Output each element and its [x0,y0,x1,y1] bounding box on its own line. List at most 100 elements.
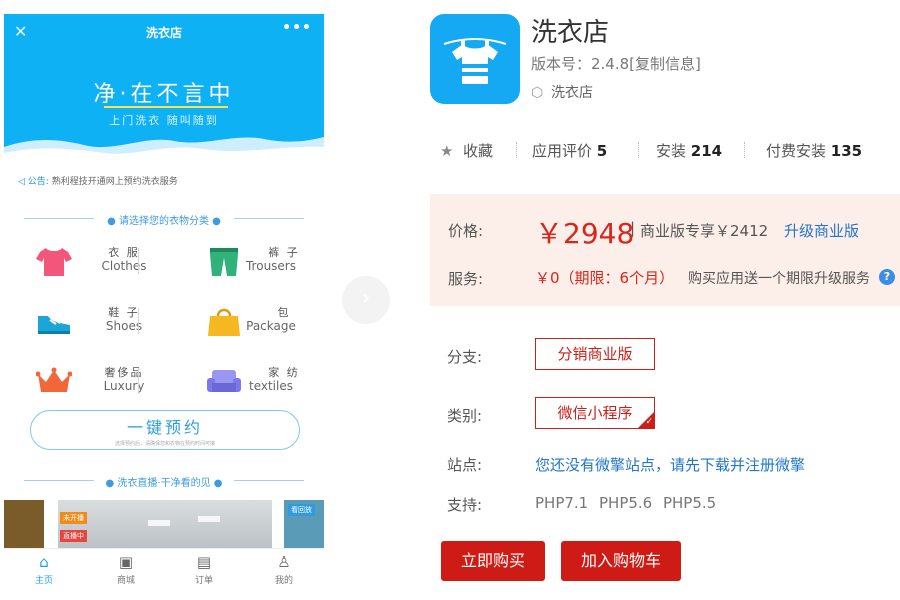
live-status-badge: 未开播 [60,512,87,524]
category-shoes[interactable]: 鞋 子 Shoes [36,302,166,342]
live-title: ● 洗衣直播·干净看的见 ● [24,474,304,489]
chevron-right-icon: › [361,286,371,311]
register-site-link[interactable]: 您还没有微擎站点，请先下载并注册微擎 [535,454,805,475]
app-icon [430,14,520,104]
app-tag[interactable]: ⬡ 洗衣店 [531,82,593,102]
book-now-sublabel: 选择预约后，请确保您和衣物在预约时间可接 [114,441,215,447]
wave-decoration [4,137,324,159]
category-label-en: Luxury [103,379,145,393]
home-icon: ⌂ [39,553,49,571]
support-label: 支持: [447,496,483,514]
buy-now-button[interactable]: 立即购买 [441,541,545,581]
site-label: 站点: [447,456,483,474]
app-name: 洗衣店 [531,18,610,48]
user-icon: ♙ [277,553,291,571]
category-package[interactable]: 包 Package [206,302,324,342]
category-label-cn: 衣 服 [108,246,140,259]
tab-orders[interactable]: ▤ 订单 [174,553,234,586]
divider [638,142,639,158]
tab-home[interactable]: ⌂ 主页 [14,553,74,586]
tshirt-icon [36,248,72,276]
next-slide-button[interactable]: › [342,276,390,324]
category-textiles[interactable]: 家 纺 textiles [206,362,324,402]
tab-shop[interactable]: ▣ 商城 [96,553,156,586]
question-icon[interactable]: ? [879,269,895,285]
book-now-button[interactable]: 一键预约 选择预约后，请确保您和衣物在预约时间可接 [30,410,300,450]
page: ✕ 洗衣店 ••• 净·在不言中 上门洗衣 随叫随到 ◁ 公告: 熟利程技开通网… [0,0,900,600]
price-amount: ￥2948 [535,217,635,250]
tab-bar: ⌂ 主页 ▣ 商城 ▤ 订单 ♙ 我的 [4,548,324,596]
category-label-en: Package [246,319,296,333]
price-separator: | [630,219,636,237]
upgrade-link[interactable]: 升级商业版 [784,220,859,241]
add-to-cart-button[interactable]: 加入购物车 [561,541,681,581]
tab-label: 主页 [34,576,53,586]
shop-icon: ▣ [118,553,134,571]
divider [138,308,139,334]
service-label: 服务: [448,270,484,288]
category-label-cn: 家 纺 [268,366,300,379]
notice-label: 公告: [27,177,49,187]
phone-preview: ✕ 洗衣店 ••• 净·在不言中 上门洗衣 随叫随到 ◁ 公告: 熟利程技开通网… [4,14,324,596]
paid-install-stat: 付费安装 135 [766,140,862,161]
price-label: 价格: [448,222,484,240]
phone-header-title: 洗衣店 [145,26,182,40]
slogan-underline [104,106,228,108]
app-tag-label: 洗衣店 [551,85,593,101]
favorite-button[interactable]: ★ 收藏 [440,140,493,161]
type-option-selected[interactable]: 微信小程序 ✓ [535,397,655,429]
tag-icon: ⬡ [531,85,544,101]
star-icon: ★ [440,142,454,160]
more-icon[interactable]: ••• [282,20,312,36]
category-label-en: Clothes [101,259,147,273]
type-option-label: 微信小程序 [557,404,633,422]
category-luxury[interactable]: 奢侈品 Luxury [36,362,166,402]
category-label-en: Trousers [245,259,296,273]
tab-label: 订单 [194,576,213,586]
app-version[interactable]: 版本号：2.4.8[复制信息] [531,53,701,74]
category-title: ● 请选择您的衣物分类 ● [24,212,304,227]
install-label: 安装 [656,142,687,160]
checkmark-icon: ✓ [645,417,653,427]
notice-bar[interactable]: ◁ 公告: 熟利程技开通网上预约洗衣服务 [18,174,178,187]
book-now-label: 一键预约 [126,418,203,437]
order-icon: ▤ [196,553,212,571]
divider [516,142,517,158]
crown-icon [36,367,72,392]
category-label-cn: 包 [277,306,291,319]
category-label-en: Shoes [105,319,143,333]
rating-label: 应用评价 [532,142,593,160]
divider [138,248,139,274]
banner-slogan: 净·在不言中 [93,82,235,107]
category-label-cn: 奢侈品 [104,366,144,379]
rating-stat: 应用评价 5 [532,140,607,161]
install-stat: 安装 214 [656,140,722,161]
favorite-label: 收藏 [463,142,494,160]
banner-subtitle: 上门洗衣 随叫随到 [109,114,219,127]
ceiling-lamp [148,520,170,526]
price-panel: 价格: ￥2948 | 商业版专享￥2412 升级商业版 服务: ￥0（期限：6… [430,194,900,306]
laundry-shirt-icon [443,38,507,84]
tab-label: 商城 [116,576,135,586]
category-label-en: textiles [249,379,293,393]
ceiling-lamp [198,516,220,522]
category-title-text: 请选择您的衣物分类 [119,216,209,227]
category-label-cn: 裤 子 [268,246,300,259]
divider [744,142,745,158]
tab-me[interactable]: ♙ 我的 [254,553,314,586]
branch-option[interactable]: 分销商业版 [535,338,655,370]
notice-text: 熟利程技开通网上预约洗衣服务 [51,177,178,187]
paid-install-value: 135 [830,142,863,160]
service-value: ￥0（期限：6个月） [535,269,675,287]
category-clothes[interactable]: 衣 服 Clothes [36,242,166,282]
live-status-badge: 直播中 [60,530,87,542]
install-value: 214 [690,142,723,160]
phone-banner: ✕ 洗衣店 ••• 净·在不言中 上门洗衣 随叫随到 [4,14,324,159]
megaphone-icon: ◁ [18,177,25,187]
replay-badge: 看回放 [288,504,315,516]
type-label: 类别: [447,407,483,425]
paid-install-label: 付费安装 [766,142,827,160]
support-versions: PHP7.1 PHP5.6 PHP5.5 [535,494,717,512]
category-trousers[interactable]: 裤 子 Trousers [206,242,324,282]
live-title-text: 洗衣直播·干净看的见 [117,478,211,489]
